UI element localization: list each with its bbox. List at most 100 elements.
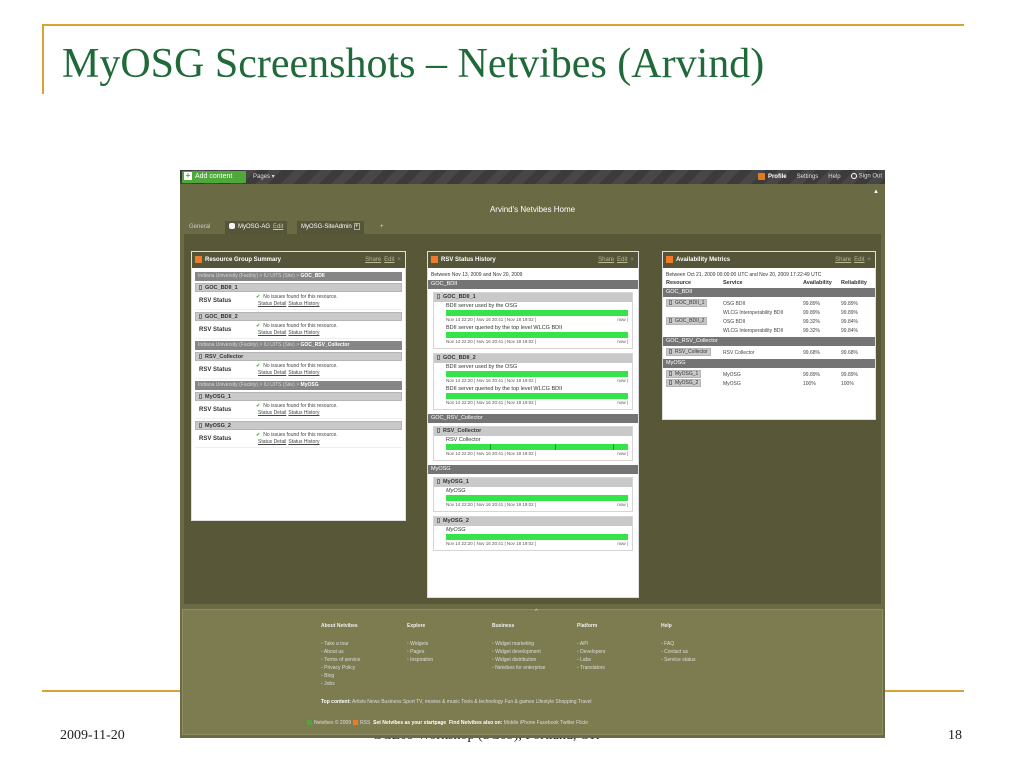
status-history-link[interactable]: Status History [288,410,319,416]
status-detail-link[interactable]: Status Detail [258,330,286,336]
resource-chip[interactable]: MyOSG_1 [666,370,702,378]
share-link[interactable]: Share [835,257,851,263]
footer-link[interactable]: Blog [321,672,360,680]
availability-cell: 99.32% [803,318,820,325]
status-history-link[interactable]: Status History [288,301,319,307]
add-tab-button[interactable]: + [376,221,388,234]
footer-link[interactable]: Service status [661,656,695,664]
resource-box[interactable]: RSV_Collector [434,427,632,436]
time-scale: Nov 14 22:20 | Nov 16 20:41 | Nov 18 19:… [446,501,628,508]
footer-link[interactable]: FAQ [661,640,696,648]
footer-link[interactable]: Widget development [492,648,545,656]
profile-link[interactable]: Profile [757,173,787,180]
rsh-body: Between Nov 13, 2009 and Nov 20, 2009 GO… [428,268,638,557]
footer-link[interactable]: Privacy Policy [321,664,360,672]
breadcrumb-group[interactable]: MyOSG [301,382,319,388]
tab-myosg-siteadmin[interactable]: MyOSG-SiteAdmin ▾ [297,221,364,234]
footer-collapse-icon[interactable]: ^ [535,609,538,615]
resource-box[interactable]: GOC_BDII_1 [434,293,632,302]
resource-icon [199,394,202,400]
status-detail-link[interactable]: Status Detail [258,301,286,307]
edit-link[interactable]: Edit [854,257,864,263]
close-icon[interactable]: × [397,257,401,263]
rss-icon [353,720,359,726]
edit-link[interactable]: Edit [384,257,394,263]
resource-box[interactable]: RSV_Collector [195,352,402,361]
footer-link[interactable]: Netvibes for enterprise [492,664,545,672]
resource-box[interactable]: MyOSG_1 [195,392,402,401]
breadcrumb-group[interactable]: GOC_BDII [301,273,325,279]
footer-link[interactable]: Take a tour [321,640,360,648]
status-detail-link[interactable]: Status Detail [258,410,286,416]
set-startpage-link[interactable]: Set Netvibes as your startpage [373,720,446,726]
close-icon[interactable]: × [630,257,634,263]
footer-link[interactable]: Developers [577,648,605,656]
widget-header[interactable]: RSV Status History Share Edit × [428,252,638,268]
footer-link[interactable]: Pages [407,648,433,656]
help-link[interactable]: Help [828,174,840,180]
footer-link[interactable]: API [577,640,605,648]
resource-box[interactable]: MyOSG_1 [434,478,632,487]
share-link[interactable]: Share [365,257,381,263]
resource-box[interactable]: GOC_BDII_2 [434,354,632,363]
status-history-link[interactable]: Status History [288,330,319,336]
footer-link[interactable]: Terms of service [321,656,360,664]
resource-chip[interactable]: MyOSG_2 [666,379,702,387]
footer-link[interactable]: Widget marketing [492,640,545,648]
widget-header[interactable]: Resource Group Summary Share Edit × [192,252,405,268]
availability-cell: 99.89% [803,309,820,316]
pages-menu[interactable]: Pages ▾ [253,173,275,180]
resource-box[interactable]: MyOSG_2 [195,421,402,430]
footer-link[interactable]: Translators [577,664,605,672]
no-issues-text: No issues found for this resource. [263,363,338,369]
tab-edit-link[interactable]: Edit [273,224,283,230]
resource-history-panel: MyOSG_2 MyOSG Nov 14 22:20 | Nov 16 20:41 … [433,516,633,551]
myosg-widget-icon [195,255,202,263]
time-scale-now: now | [617,502,628,507]
resource-chip[interactable]: GOC_BDII_1 [666,299,708,307]
close-icon[interactable]: × [867,257,871,263]
resource-chip[interactable]: GOC_BDII_2 [666,317,708,325]
footer-link[interactable]: Inspiration [407,656,433,664]
collapse-header-icon[interactable]: ▲ [873,189,879,195]
reliability-cell: 100% [841,380,854,387]
widget-header[interactable]: Availability Metrics Share Edit × [663,252,875,268]
status-history-link[interactable]: Status History [288,370,319,376]
add-content-button[interactable]: + Add content [182,171,246,183]
resource-chip[interactable]: RSV_Collector [666,348,711,356]
resource-box[interactable]: MyOSG_2 [434,517,632,526]
tab-myosg-ag[interactable]: MyOSG-AG Edit [225,221,288,234]
share-link[interactable]: Share [598,257,614,263]
footer-link[interactable]: Widget distribution [492,656,545,664]
rsv-status-label: RSV Status [199,407,232,413]
footer-column-title: Help [661,623,672,629]
availability-row: WLCG Interoperability BDII 99.32% 99.84% [666,326,872,335]
resource-icon [437,518,440,524]
tab-general[interactable]: General [185,221,214,234]
find-links[interactable]: Mobile iPhone Facebook Twitter Flickr [504,720,588,726]
service-name: RSV Collector [446,437,481,443]
status-history-link[interactable]: Status History [288,439,319,445]
edit-link[interactable]: Edit [617,257,627,263]
tab-dropdown-icon[interactable]: ▾ [353,222,360,230]
time-scale-now: now | [617,541,628,546]
settings-link[interactable]: Settings [797,174,819,180]
footer-link[interactable]: Jobs [321,680,360,688]
footer-link[interactable]: About us [321,648,360,656]
resource-icon [669,318,672,324]
availability-row: MyOSG_1 MyOSG 99.89% 99.89% [666,370,872,379]
resource-icon [669,371,672,377]
footer-link[interactable]: Widgets [407,640,433,648]
footer-link[interactable]: Labs [577,656,605,664]
status-detail-link[interactable]: Status Detail [258,370,286,376]
check-icon: ✔ [256,363,261,369]
resource-box[interactable]: GOC_BDII_1 [195,283,402,292]
footer-link[interactable]: Contact us [661,648,696,656]
top-content-list[interactable]: Artists News Business Sport TV, movies &… [352,699,591,705]
breadcrumb-group[interactable]: GOC_RSV_Collector [301,342,350,348]
footer-column: Explore WidgetsPagesInspiration [407,623,433,664]
status-detail-link[interactable]: Status Detail [258,439,286,445]
rss-link[interactable]: RSS [360,720,370,726]
sign-out-link[interactable]: Sign Out [850,173,882,180]
resource-box[interactable]: GOC_BDII_2 [195,312,402,321]
